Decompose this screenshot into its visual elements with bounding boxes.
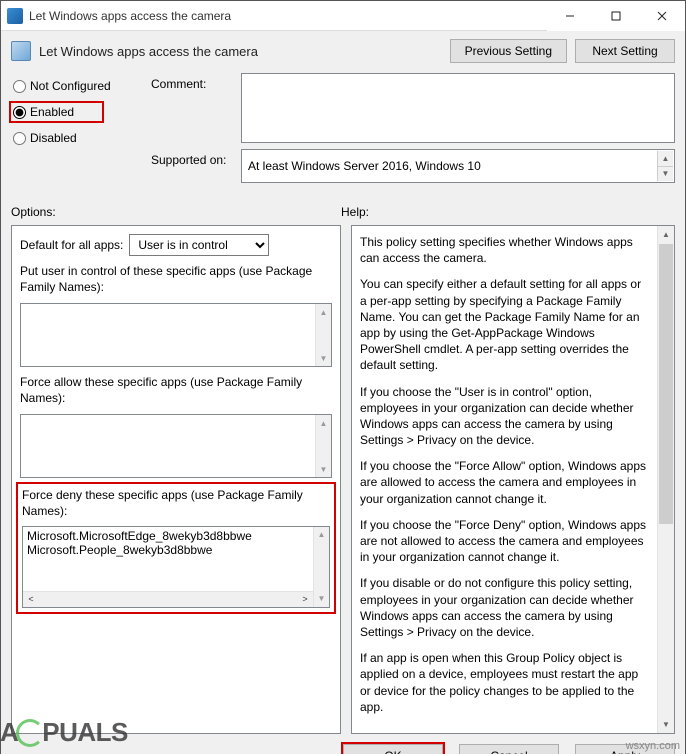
policy-icon <box>7 8 23 24</box>
user-control-label: Put user in control of these specific ap… <box>20 264 332 295</box>
minimize-button[interactable] <box>547 1 593 31</box>
supported-value-box: At least Windows Server 2016, Windows 10… <box>241 149 675 183</box>
header-row: Let Windows apps access the camera Previ… <box>1 31 685 69</box>
help-paragraph: If you choose the "Force Deny" option, W… <box>360 517 648 566</box>
dialog-footer: OK Cancel Apply <box>1 734 685 754</box>
titlebar: Let Windows apps access the camera <box>1 1 685 31</box>
options-label: Options: <box>11 205 341 219</box>
options-pane: Default for all apps: User is in control… <box>11 225 341 734</box>
help-pane: This policy setting specifies whether Wi… <box>351 225 675 734</box>
default-for-all-label: Default for all apps: <box>20 238 123 252</box>
radio-not-configured-input[interactable] <box>13 80 26 93</box>
comment-supported-col: Comment: Supported on: At least Windows … <box>151 73 675 189</box>
chevron-down-icon[interactable]: ▼ <box>658 716 674 733</box>
chevron-down-icon[interactable]: ▼ <box>657 166 673 182</box>
apply-button[interactable]: Apply <box>575 744 675 754</box>
chevron-up-icon[interactable]: ▲ <box>658 226 674 243</box>
supported-spinner[interactable]: ▲ ▼ <box>657 151 673 181</box>
maximize-button[interactable] <box>593 1 639 31</box>
help-paragraph: This policy setting specifies whether Wi… <box>360 234 648 266</box>
force-allow-label: Force allow these specific apps (use Pac… <box>20 375 332 406</box>
ok-button[interactable]: OK <box>343 744 443 754</box>
close-button[interactable] <box>639 1 685 31</box>
radio-enabled-input[interactable] <box>13 106 26 119</box>
policy-header-text: Let Windows apps access the camera <box>39 44 442 59</box>
radio-not-configured-label: Not Configured <box>30 79 111 93</box>
help-paragraph: You can specify either a default setting… <box>360 276 648 373</box>
chevron-up-icon[interactable]: ▲ <box>314 527 329 543</box>
help-text: This policy setting specifies whether Wi… <box>360 234 666 725</box>
supported-value: At least Windows Server 2016, Windows 10 <box>248 159 481 173</box>
radio-enabled[interactable]: Enabled <box>9 101 104 123</box>
previous-setting-button[interactable]: Previous Setting <box>450 39 567 63</box>
top-section: Not Configured Enabled Disabled Comment: <box>11 73 675 189</box>
scrollbar[interactable]: ▲ ▼ <box>315 415 331 477</box>
default-for-all-dropdown[interactable]: User is in controlForce AllowForce Deny <box>129 234 269 256</box>
chevron-down-icon[interactable]: ▼ <box>316 350 331 366</box>
window-controls <box>547 1 685 31</box>
chevron-left-icon[interactable]: ˂ <box>23 591 39 607</box>
help-paragraph: If you choose the "User is in control" o… <box>360 384 648 449</box>
radio-not-configured[interactable]: Not Configured <box>11 77 117 95</box>
radio-enabled-label: Enabled <box>30 105 74 119</box>
radio-disabled-input[interactable] <box>13 132 26 145</box>
force-deny-listbox[interactable]: Microsoft.MicrosoftEdge_8wekyb3d8bbwe Mi… <box>22 526 330 608</box>
force-deny-group: Force deny these specific apps (use Pack… <box>16 482 336 613</box>
chevron-down-icon[interactable]: ▼ <box>316 461 331 477</box>
policy-header-icon <box>11 41 31 61</box>
help-paragraph: If you choose the "Force Allow" option, … <box>360 458 648 507</box>
default-for-all-row: Default for all apps: User is in control… <box>20 234 332 256</box>
state-radio-group: Not Configured Enabled Disabled <box>11 73 141 189</box>
body-area: Not Configured Enabled Disabled Comment: <box>1 69 685 734</box>
scrollbar[interactable]: ▲ ▼ <box>315 304 331 366</box>
horizontal-scrollbar[interactable]: ˂ ˃ <box>23 591 313 607</box>
help-paragraph: If an app is open when this Group Policy… <box>360 650 648 715</box>
supported-label: Supported on: <box>151 149 241 183</box>
cancel-button[interactable]: Cancel <box>459 744 559 754</box>
comment-row: Comment: <box>151 73 675 143</box>
force-deny-label: Force deny these specific apps (use Pack… <box>22 488 330 519</box>
chevron-up-icon[interactable]: ▲ <box>657 151 673 166</box>
user-control-listbox[interactable]: ▲ ▼ <box>20 303 332 367</box>
dialog-window: Let Windows apps access the camera Let W… <box>0 0 686 754</box>
section-labels: Options: Help: <box>11 205 675 219</box>
help-label: Help: <box>341 205 675 219</box>
chevron-up-icon[interactable]: ▲ <box>316 415 331 431</box>
next-setting-button[interactable]: Next Setting <box>575 39 675 63</box>
scroll-thumb[interactable] <box>659 244 673 524</box>
scrollbar[interactable]: ▲ ▼ <box>313 527 329 607</box>
force-allow-listbox[interactable]: ▲ ▼ <box>20 414 332 478</box>
chevron-up-icon[interactable]: ▲ <box>316 304 331 320</box>
comment-textarea[interactable] <box>241 73 675 143</box>
force-deny-line-0: Microsoft.MicrosoftEdge_8wekyb3d8bbwe <box>27 529 311 543</box>
help-paragraph: If you disable or do not configure this … <box>360 575 648 640</box>
chevron-down-icon[interactable]: ▼ <box>314 591 329 607</box>
radio-disabled[interactable]: Disabled <box>11 129 83 147</box>
help-scrollbar[interactable]: ▲ ▼ <box>657 226 674 733</box>
window-title: Let Windows apps access the camera <box>29 9 547 23</box>
comment-label: Comment: <box>151 73 241 143</box>
chevron-right-icon[interactable]: ˃ <box>297 591 313 607</box>
radio-disabled-label: Disabled <box>30 131 77 145</box>
lower-panes: Default for all apps: User is in control… <box>11 225 675 734</box>
supported-row: Supported on: At least Windows Server 20… <box>151 149 675 183</box>
force-deny-line-1: Microsoft.People_8wekyb3d8bbwe <box>27 543 311 557</box>
